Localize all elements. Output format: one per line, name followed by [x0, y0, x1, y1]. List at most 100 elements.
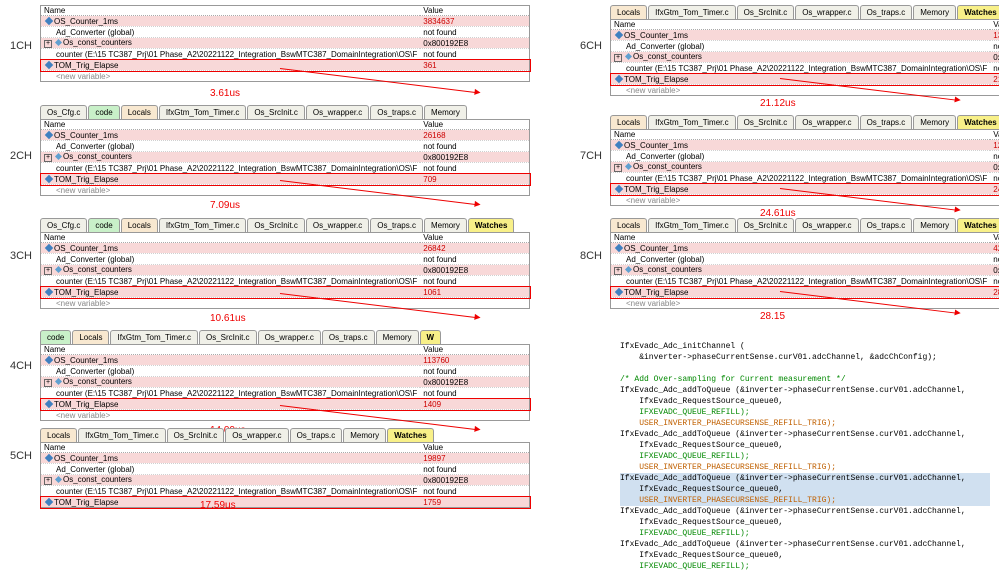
tab-traps[interactable]: Os_traps.c: [860, 115, 913, 129]
plus-icon[interactable]: +: [44, 477, 52, 485]
tab-srcinit[interactable]: Os_SrcInit.c: [247, 105, 305, 119]
tab-wrapper[interactable]: Os_wrapper.c: [225, 428, 288, 442]
tab-wrapper[interactable]: Os_wrapper.c: [795, 218, 858, 232]
code-editor[interactable]: IfxEvadc_Adc_initChannel ( &inverter->ph…: [620, 330, 990, 572]
plus-icon[interactable]: +: [44, 40, 52, 48]
tab-locals[interactable]: Locals: [610, 218, 647, 232]
watch-table-6ch[interactable]: NameValue OS_Counter_1ms13297 Ad_Convert…: [610, 19, 999, 96]
tab-wrapper[interactable]: Os_wrapper.c: [258, 330, 321, 344]
col-value[interactable]: Value: [990, 20, 999, 30]
plus-icon[interactable]: +: [614, 164, 622, 172]
plus-icon[interactable]: +: [44, 267, 52, 275]
row-new-var[interactable]: <new variable>: [611, 298, 991, 309]
watch-table-2ch[interactable]: NameValue OS_Counter_1ms26168 Ad_Convert…: [40, 119, 530, 196]
tab-wrapper[interactable]: Os_wrapper.c: [306, 105, 369, 119]
row-counter-path[interactable]: counter (E:\15 TC387_Prj\01 Phase_A2\202…: [41, 388, 421, 399]
row-os-counter[interactable]: OS_Counter_1ms: [41, 16, 421, 27]
tab-srcinit[interactable]: Os_SrcInit.c: [167, 428, 225, 442]
row-ad-conv[interactable]: Ad_Converter (global): [41, 464, 421, 475]
row-tom-trig[interactable]: TOM_Trig_Elapse: [611, 74, 991, 85]
watch-table-8ch[interactable]: NameValue OS_Counter_1ms42634 Ad_Convert…: [610, 232, 999, 309]
tab-traps[interactable]: Os_traps.c: [860, 5, 913, 19]
tab-traps[interactable]: Os_traps.c: [322, 330, 375, 344]
plus-icon[interactable]: +: [614, 267, 622, 275]
tab-memory[interactable]: Memory: [343, 428, 386, 442]
row-os-counter[interactable]: OS_Counter_1ms: [611, 140, 991, 151]
col-name[interactable]: Name: [41, 120, 421, 130]
col-value[interactable]: Value: [420, 233, 529, 243]
row-ad-conv[interactable]: Ad_Converter (global): [41, 27, 421, 38]
row-ad-conv[interactable]: Ad_Converter (global): [41, 141, 421, 152]
col-value[interactable]: Value: [420, 120, 529, 130]
tab-srcinit[interactable]: Os_SrcInit.c: [247, 218, 305, 232]
tab-locals[interactable]: Locals: [121, 218, 158, 232]
tab-oscfg[interactable]: Os_Cfg.c: [40, 218, 87, 232]
row-tom-trig[interactable]: TOM_Trig_Elapse: [41, 60, 421, 71]
tab-ifxgtm[interactable]: IfxGtm_Tom_Timer.c: [648, 218, 736, 232]
watch-table-3ch[interactable]: NameValue OS_Counter_1ms26842 Ad_Convert…: [40, 232, 530, 309]
row-new-var[interactable]: <new variable>: [611, 195, 991, 206]
tab-wrapper[interactable]: Os_wrapper.c: [306, 218, 369, 232]
watch-table-5ch[interactable]: NameValue OS_Counter_1ms19897 Ad_Convert…: [40, 442, 530, 508]
row-os-counter[interactable]: OS_Counter_1ms: [41, 243, 421, 254]
watch-table-4ch[interactable]: NameValue OS_Counter_1ms113760 Ad_Conver…: [40, 344, 530, 421]
row-const-counters[interactable]: +Os_const_counters: [41, 152, 421, 163]
row-const-counters[interactable]: +Os_const_counters: [611, 265, 991, 276]
col-name[interactable]: Name: [611, 233, 991, 243]
row-const-counters[interactable]: +Os_const_counters: [41, 38, 421, 49]
row-new-var[interactable]: <new variable>: [611, 85, 991, 96]
row-os-counter[interactable]: OS_Counter_1ms: [41, 355, 421, 366]
tab-srcinit[interactable]: Os_SrcInit.c: [199, 330, 257, 344]
tab-memory[interactable]: Memory: [913, 115, 956, 129]
row-counter-path[interactable]: counter (E:\15 TC387_Prj\01 Phase_A2\202…: [41, 49, 421, 60]
row-const-counters[interactable]: +Os_const_counters: [611, 52, 991, 63]
tab-ifxgtm[interactable]: IfxGtm_Tom_Timer.c: [78, 428, 166, 442]
row-os-counter[interactable]: OS_Counter_1ms: [41, 130, 421, 141]
row-ad-conv[interactable]: Ad_Converter (global): [41, 254, 421, 265]
tab-locals[interactable]: Locals: [121, 105, 158, 119]
row-counter-path[interactable]: counter (E:\15 TC387_Prj\01 Phase_A2\202…: [611, 276, 991, 287]
tab-srcinit[interactable]: Os_SrcInit.c: [737, 115, 795, 129]
plus-icon[interactable]: +: [44, 154, 52, 162]
tab-wrapper[interactable]: Os_wrapper.c: [795, 5, 858, 19]
row-ad-conv[interactable]: Ad_Converter (global): [41, 366, 421, 377]
tab-locals[interactable]: Locals: [610, 115, 647, 129]
watch-table-7ch[interactable]: NameValue OS_Counter_1ms12540 Ad_Convert…: [610, 129, 999, 206]
col-value[interactable]: Value: [990, 233, 999, 243]
col-name[interactable]: Name: [41, 233, 421, 243]
tab-memory[interactable]: Memory: [376, 330, 419, 344]
row-counter-path[interactable]: counter (E:\15 TC387_Prj\01 Phase_A2\202…: [41, 163, 421, 174]
row-const-counters[interactable]: +Os_const_counters: [41, 475, 421, 486]
col-name[interactable]: Name: [611, 130, 991, 140]
row-os-counter[interactable]: OS_Counter_1ms: [41, 453, 421, 464]
tab-wrapper[interactable]: Os_wrapper.c: [795, 115, 858, 129]
row-counter-path[interactable]: counter (E:\15 TC387_Prj\01 Phase_A2\202…: [611, 63, 991, 74]
tab-traps[interactable]: Os_traps.c: [370, 105, 423, 119]
plus-icon[interactable]: +: [44, 379, 52, 387]
row-const-counters[interactable]: +Os_const_counters: [611, 162, 991, 173]
tab-memory[interactable]: Memory: [424, 105, 467, 119]
tab-traps[interactable]: Os_traps.c: [290, 428, 343, 442]
tab-ifxgtm[interactable]: IfxGtm_Tom_Timer.c: [159, 218, 247, 232]
col-name[interactable]: Name: [41, 443, 421, 453]
row-tom-trig[interactable]: TOM_Trig_Elapse: [611, 184, 991, 195]
tab-watches[interactable]: W: [420, 330, 442, 344]
tab-srcinit[interactable]: Os_SrcInit.c: [737, 5, 795, 19]
tab-code[interactable]: code: [40, 330, 71, 344]
tab-oscfg[interactable]: Os_Cfg.c: [40, 105, 87, 119]
tab-ifxgtm[interactable]: IfxGtm_Tom_Timer.c: [648, 5, 736, 19]
plus-icon[interactable]: +: [614, 54, 622, 62]
tab-code[interactable]: code: [88, 218, 119, 232]
tab-code[interactable]: code: [88, 105, 119, 119]
tab-locals[interactable]: Locals: [40, 428, 77, 442]
tab-watches[interactable]: Watches: [957, 115, 999, 129]
row-const-counters[interactable]: +Os_const_counters: [41, 265, 421, 276]
tab-traps[interactable]: Os_traps.c: [860, 218, 913, 232]
tab-memory[interactable]: Memory: [913, 218, 956, 232]
col-value[interactable]: Value: [420, 6, 529, 16]
tab-watches[interactable]: Watches: [387, 428, 434, 442]
tab-ifxgtm[interactable]: IfxGtm_Tom_Timer.c: [648, 115, 736, 129]
row-new-var[interactable]: <new variable>: [41, 71, 421, 82]
row-counter-path[interactable]: counter (E:\15 TC387_Prj\01 Phase_A2\202…: [41, 486, 421, 497]
tab-locals[interactable]: Locals: [610, 5, 647, 19]
